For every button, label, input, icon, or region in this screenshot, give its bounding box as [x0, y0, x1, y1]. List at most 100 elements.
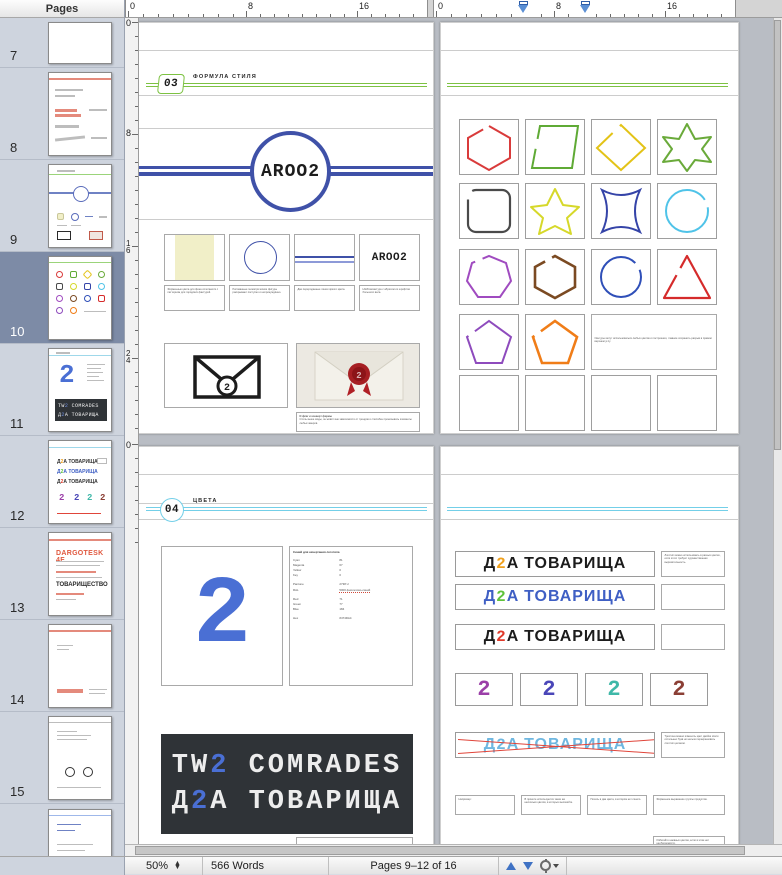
page-preview: DARGOTESK 4F ТОВАРИЩЕСТВО	[48, 532, 112, 616]
vertical-ruler[interactable]: 0 8 1 6 2 4 0	[125, 18, 139, 856]
page-11[interactable]: 04 ЦВЕТА 2 Синий для начертания логотипа…	[139, 446, 434, 856]
status-sidebar-spacer	[0, 856, 125, 875]
page-thumbnail-11[interactable]: 11 2 TW2 COMRADES Д2А ТОВАРИЩА	[0, 344, 124, 436]
page-number-label: 13	[10, 600, 25, 615]
shape-cell-empty-4	[657, 375, 717, 431]
color-spec-rows: Cyan 81 Magenta 67 Yellow 0 Key 0 Pantone 273…	[293, 557, 409, 621]
page-thumbnail-15[interactable]: 15	[0, 712, 124, 804]
glyph-swatch-2: 2	[520, 673, 578, 706]
page-preview	[48, 22, 112, 64]
envelope-caption: И флаг и конверт фирмы Стиль выше моды, …	[296, 412, 420, 432]
spec-key: Hex	[293, 616, 299, 621]
page-preview: Д2А ТОВАРИЩА Д2А ТОВАРИЩА Д2А ТОВАРИЩА 2…	[48, 440, 112, 524]
page-number-label: 15	[10, 784, 25, 799]
page-thumbnail-7[interactable]: 7	[0, 18, 124, 68]
color-spec-title: Синий для начертания логотипа	[293, 550, 340, 554]
page-preview	[48, 164, 112, 248]
document-canvas[interactable]: 03 ФОРМУЛА СТИЛЯ AROO2 AROO2 Фирменные ц…	[139, 18, 782, 856]
ruler-label: 16	[359, 1, 370, 11]
banner-text: Д	[171, 787, 191, 817]
pages-sidebar-header: Pages	[0, 0, 124, 18]
svg-text:2: 2	[224, 383, 230, 394]
wordmark-note-2	[661, 584, 725, 610]
section-accent-band	[146, 83, 427, 87]
brand-circle-badge: AROO2	[250, 131, 331, 212]
ruler-segment-right: 0 8 16	[433, 0, 736, 17]
banner-text: A ТОВАРИЩА	[210, 787, 403, 817]
page-thumbnail-8[interactable]: 8	[0, 68, 124, 160]
word-count-label: 566 Words	[203, 856, 329, 875]
envelope-caption-body: Стиль выше моды, он живёт вне зависимост…	[299, 418, 412, 425]
footnote-3: Печать в два цвета, в котором нет синего…	[587, 795, 647, 815]
shape-cell-pentagon-purple	[459, 314, 519, 370]
shape-cell-diamond	[591, 119, 651, 175]
caption-2: Рисованные геометрические фигуры раскрыв…	[229, 285, 290, 311]
glyph-text: 2	[607, 677, 621, 702]
page-thumbnail-9[interactable]: 9	[0, 160, 124, 252]
section-title: ЦВЕТА	[193, 498, 218, 504]
caption-3: Две перероданные линии яркого цвета.	[294, 285, 355, 311]
brand-banner: TW2 COMRADES Д2A ТОВАРИЩА	[161, 734, 413, 834]
banner-line-1: TW2 COMRADES	[172, 748, 402, 784]
ruler-label: 2 4	[126, 349, 131, 365]
page-thumbnail-12[interactable]: 12 Д2А ТОВАРИЩА Д2А ТОВАРИЩА Д2А ТОВАРИЩ…	[0, 436, 124, 528]
color-spec-table: Синий для начертания логотипа Cyan 81 Mag…	[289, 546, 413, 686]
horizontal-ruler[interactable]: 0 8 16 0 8 16	[125, 0, 782, 18]
wordmark-row-1: Д2A ТОВАРИЩА	[455, 551, 655, 577]
banner-glyph: 2	[210, 751, 230, 781]
banner-line-2: Д2A ТОВАРИЩА	[172, 784, 402, 820]
page-range-label: Pages 9–12 of 16	[329, 856, 499, 875]
footnote-4: Фирменное выражение группы продуктов.	[653, 795, 725, 815]
spec-value: #474DA4	[339, 616, 352, 621]
vertical-scrollbar[interactable]	[773, 18, 782, 856]
horizontal-scrollbar-thumb[interactable]	[135, 846, 745, 855]
page-10[interactable]: Окнтуры могут использоваться любых цвето…	[440, 22, 739, 434]
page-spread-2: 04 ЦВЕТА 2 Синий для начертания логотипа…	[139, 446, 739, 856]
zoom-stepper[interactable]: ▲ ▼	[174, 860, 181, 871]
first-line-indent-marker[interactable]	[518, 1, 529, 13]
shape-cell-pentagon-orange	[525, 314, 585, 370]
page-thumbnail-14[interactable]: 14	[0, 620, 124, 712]
page-12[interactable]: Д2A ТОВАРИЩА Логотип можно использовать …	[440, 446, 739, 856]
section-title: ФОРМУЛА СТИЛЯ	[193, 74, 257, 80]
wordmark-glyph: 2	[496, 588, 507, 606]
glyph-text: 2	[672, 677, 686, 702]
page-number-label: 7	[10, 48, 18, 63]
page-thumbnail-16[interactable]: 16	[0, 804, 124, 856]
shape-cell-empty-2	[525, 375, 585, 431]
shape-cell-parallelogram	[525, 119, 585, 175]
section-accent-band	[447, 83, 728, 87]
envelope-outline-illustration: 2	[164, 343, 288, 408]
shape-cell-circle-light	[657, 183, 717, 239]
section-number-badge: 03	[156, 74, 186, 94]
triangle-up-icon[interactable]	[506, 861, 516, 870]
ruler-segment-left: 0 8 16	[125, 0, 428, 17]
wordmark-row-3: Д2A ТОВАРИЩА	[455, 624, 655, 650]
chevron-down-icon[interactable]	[553, 863, 559, 868]
wordmark-glyph: 2	[496, 628, 507, 646]
swatch-cell-rules	[294, 234, 355, 281]
page-navigation-controls[interactable]	[499, 856, 567, 875]
page-thumbnail-10[interactable]: 10	[0, 252, 124, 344]
page-thumbnail-13[interactable]: 13 DARGOTESK 4F ТОВАРИЩЕСТВО	[0, 528, 124, 620]
wordmark-text: Д2A ТОВАРИЩА	[483, 555, 627, 573]
page-number-label: 8	[10, 140, 18, 155]
page-9[interactable]: 03 ФОРМУЛА СТИЛЯ AROO2 AROO2 Фирменные ц…	[139, 22, 434, 434]
wordmark-glyph: 2	[496, 555, 507, 573]
page-thumbnail-list[interactable]: 7 8 9 10 11 2 TW2 COMRADES Д2А ТОВАРИЩА …	[0, 18, 124, 856]
shape-cell-concave-square	[591, 183, 651, 239]
ruler-label: 1 6	[126, 239, 131, 255]
ruler-label: 0	[438, 1, 444, 11]
left-indent-marker[interactable]	[580, 1, 591, 13]
gear-icon[interactable]	[540, 858, 551, 873]
shape-cell-rounded-square	[459, 183, 519, 239]
vertical-scrollbar-thumb[interactable]	[774, 20, 781, 450]
shape-cell-hexagon-brown	[525, 249, 585, 305]
banner-glyph: 2	[190, 787, 211, 817]
section-number-badge: 04	[160, 498, 184, 522]
triangle-down-icon[interactable]	[523, 861, 533, 870]
horizontal-scrollbar[interactable]	[125, 844, 782, 856]
zoom-control[interactable]: 50% ▲ ▼	[125, 856, 203, 875]
wordmark-row-2: Д2A ТОВАРИЩА	[455, 584, 655, 610]
wordmark-glyph: 2	[496, 736, 507, 754]
